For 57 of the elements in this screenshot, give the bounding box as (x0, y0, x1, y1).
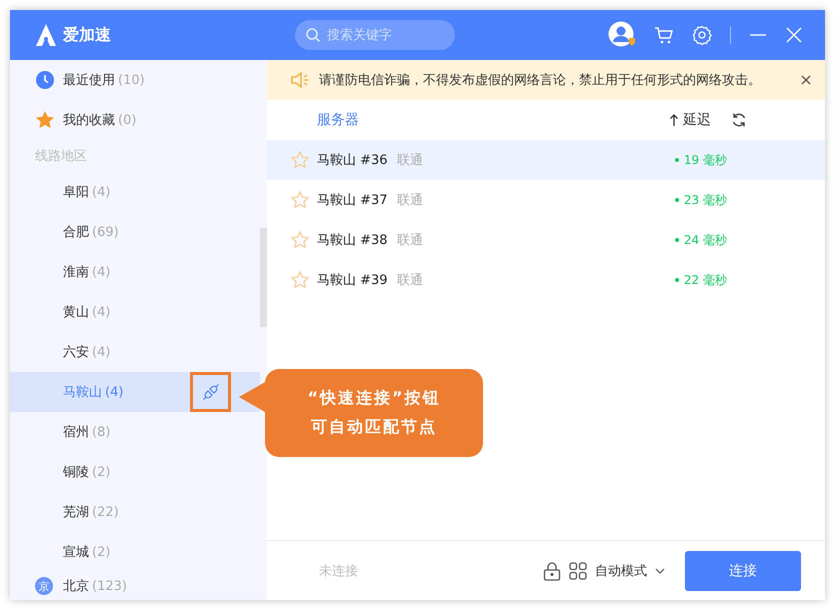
logo-icon (34, 23, 58, 47)
isp-label: 联通 (397, 152, 423, 169)
region-item[interactable]: 铜陵 (2) (10, 452, 260, 492)
isp-label: 联通 (397, 232, 423, 249)
callout-text: “快速连接”按钮 (307, 388, 441, 409)
server-name: 马鞍山 #38 (317, 232, 389, 249)
close-icon[interactable] (801, 75, 811, 85)
refresh-icon[interactable] (731, 112, 747, 128)
server-row[interactable]: 马鞍山 #36 联通 19 毫秒 (267, 140, 825, 180)
connection-status: 未连接 (319, 562, 358, 580)
speaker-icon (291, 72, 309, 88)
quick-connect-button[interactable] (190, 372, 231, 412)
region-item[interactable]: 阜阳 (4) (10, 172, 260, 212)
region-item[interactable]: 淮南 (4) (10, 252, 260, 292)
mode-select[interactable]: 自动模式 (595, 562, 647, 580)
server-name: 马鞍山 #39 (317, 272, 389, 289)
plug-icon (202, 383, 220, 401)
star-icon[interactable] (291, 151, 309, 169)
connect-button[interactable]: 连接 (685, 550, 801, 590)
region-item[interactable]: 宣城 (2) (10, 532, 260, 572)
notice-text: 请谨防电信诈骗，不得发布虚假的网络言论，禁止用于任何形式的网络攻击。 (319, 72, 761, 89)
region-item[interactable]: 合肥 (69) (10, 212, 260, 252)
region-item[interactable]: 芜湖 (22) (10, 492, 260, 532)
star-icon[interactable] (291, 231, 309, 249)
sort-up-icon[interactable] (669, 113, 679, 127)
region-item[interactable]: 六安 (4) (10, 332, 260, 372)
star-icon[interactable] (291, 271, 309, 289)
lock-icon[interactable] (543, 560, 561, 580)
latency-value: 19 毫秒 (674, 152, 727, 168)
clock-icon (35, 70, 55, 90)
sidebar-item[interactable]: 最近使用 (10) (10, 60, 260, 100)
isp-label: 联通 (397, 272, 423, 289)
isp-label: 联通 (397, 192, 423, 209)
callout-text: 可自动匹配节点 (311, 417, 437, 438)
column-header[interactable]: 延迟 (683, 111, 711, 129)
sidebar-item[interactable]: 我的收藏 (0) (10, 100, 260, 140)
section-label: 线路地区 (34, 148, 88, 166)
star-icon (35, 110, 55, 130)
latency-value: 24 毫秒 (674, 232, 727, 248)
latency-value: 23 毫秒 (674, 192, 727, 208)
scrollbar-thumb[interactable] (260, 228, 267, 327)
settings-icon[interactable] (692, 25, 712, 45)
app-name: 爱加速 (63, 24, 111, 46)
server-name: 马鞍山 #36 (317, 152, 389, 169)
region-item[interactable]: 宿州 (8) (10, 412, 260, 452)
latency-value: 22 毫秒 (674, 272, 727, 288)
avatar-icon[interactable] (608, 21, 636, 49)
grid-icon (569, 562, 587, 580)
province-item[interactable]: 京 北京 (123) (10, 572, 260, 600)
chevron-down-icon[interactable] (655, 568, 665, 574)
column-header: 服务器 (317, 111, 359, 129)
search-icon (305, 27, 321, 43)
server-name: 马鞍山 #37 (317, 192, 389, 209)
region-item[interactable]: 黄山 (4) (10, 292, 260, 332)
province-badge: 京 (35, 577, 53, 595)
cart-icon[interactable] (654, 25, 674, 45)
star-icon[interactable] (291, 191, 309, 209)
